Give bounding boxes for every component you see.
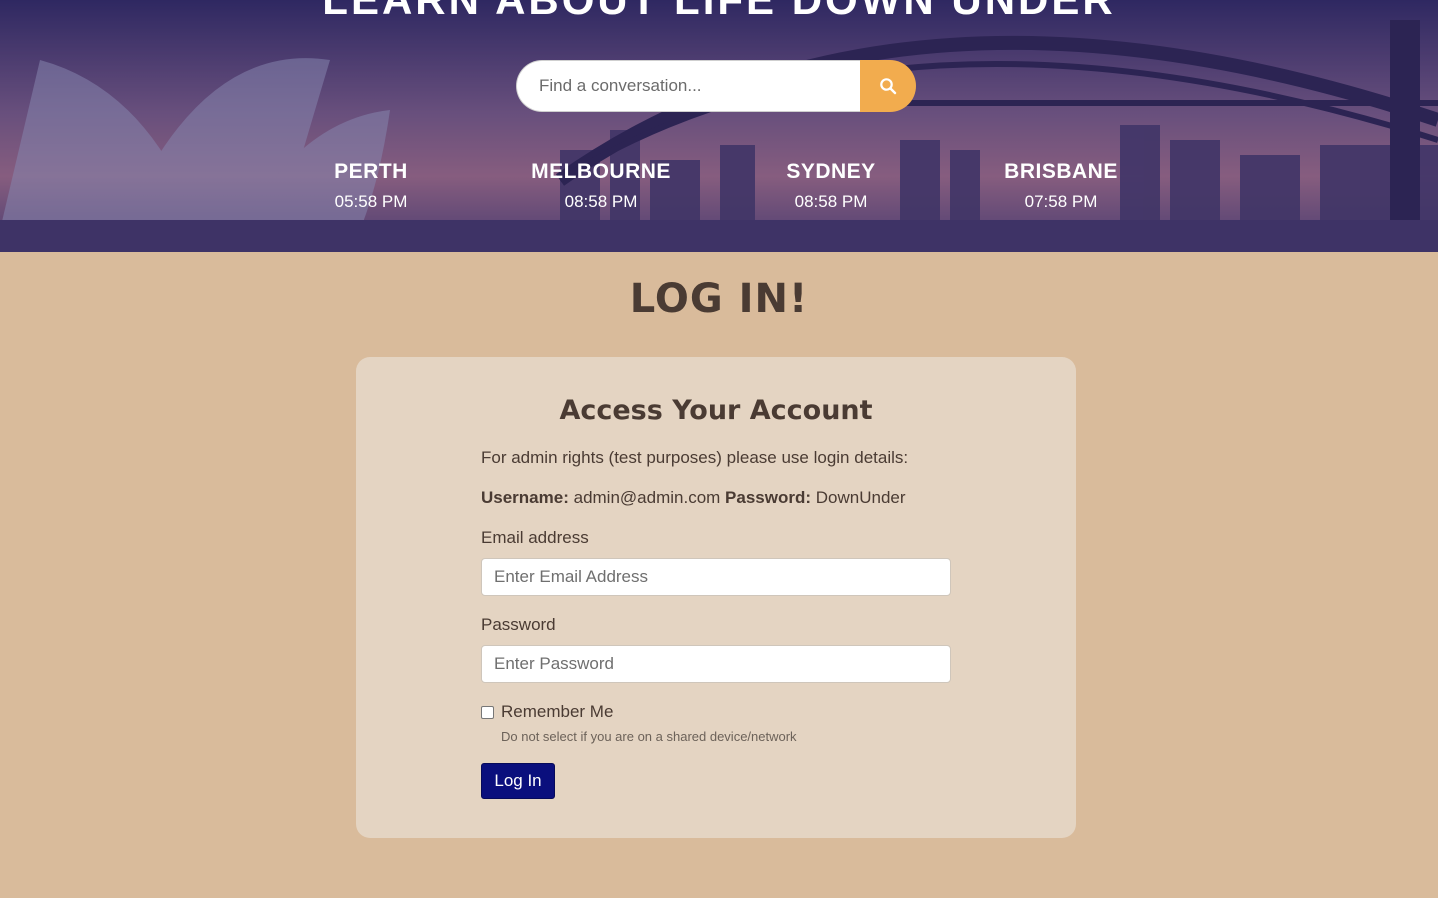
password-field[interactable] bbox=[481, 645, 951, 683]
city-clocks: PERTH 05:58 PM MELBOURNE 08:58 PM SYDNEY… bbox=[0, 160, 1438, 220]
search-input[interactable] bbox=[516, 60, 860, 112]
city-clock-melbourne: MELBOURNE 08:58 PM bbox=[501, 160, 701, 212]
password-field-label: Password bbox=[481, 615, 556, 634]
city-clock-brisbane: BRISBANE 07:58 PM bbox=[961, 160, 1161, 212]
city-name: SYDNEY bbox=[786, 160, 876, 183]
city-time: 07:58 PM bbox=[1024, 192, 1098, 211]
city-name: PERTH bbox=[334, 160, 408, 183]
password-label: Password: bbox=[725, 488, 812, 507]
username-value: admin@admin.com bbox=[573, 488, 721, 507]
city-time: 05:58 PM bbox=[334, 192, 408, 211]
remember-me-label[interactable]: Remember Me bbox=[501, 702, 613, 722]
search-bar bbox=[516, 60, 916, 112]
username-label: Username: bbox=[481, 488, 569, 507]
admin-note: For admin rights (test purposes) please … bbox=[481, 448, 909, 467]
login-button[interactable]: Log In bbox=[481, 763, 555, 799]
password-value: DownUnder bbox=[815, 488, 906, 507]
admin-credentials: Username: admin@admin.com Password: Down… bbox=[481, 487, 951, 509]
city-time: 08:58 PM bbox=[794, 192, 868, 211]
card-title: Access Your Account bbox=[559, 395, 873, 426]
search-icon bbox=[880, 78, 897, 95]
city-clock-sydney: SYDNEY 08:58 PM bbox=[731, 160, 931, 212]
email-label: Email address bbox=[481, 528, 589, 547]
site-title: LEARN ABOUT LIFE DOWN UNDER bbox=[0, 0, 1438, 24]
email-field[interactable] bbox=[481, 558, 951, 596]
city-clock-perth: PERTH 05:58 PM bbox=[271, 160, 471, 212]
city-time: 08:58 PM bbox=[564, 192, 638, 211]
login-form: For admin rights (test purposes) please … bbox=[481, 447, 951, 799]
page-title: LOG IN! bbox=[629, 276, 809, 322]
remember-me-row: Remember Me bbox=[481, 701, 951, 723]
remember-me-checkbox[interactable] bbox=[481, 705, 494, 719]
city-name: BRISBANE bbox=[1004, 160, 1118, 183]
search-button[interactable] bbox=[860, 60, 916, 112]
hero-banner: LEARN ABOUT LIFE DOWN UNDER PERTH 05:58 … bbox=[0, 0, 1438, 252]
city-name: MELBOURNE bbox=[531, 160, 671, 183]
remember-me-hint: Do not select if you are on a shared dev… bbox=[501, 729, 797, 744]
login-card: Access Your Account For admin rights (te… bbox=[356, 357, 1076, 838]
